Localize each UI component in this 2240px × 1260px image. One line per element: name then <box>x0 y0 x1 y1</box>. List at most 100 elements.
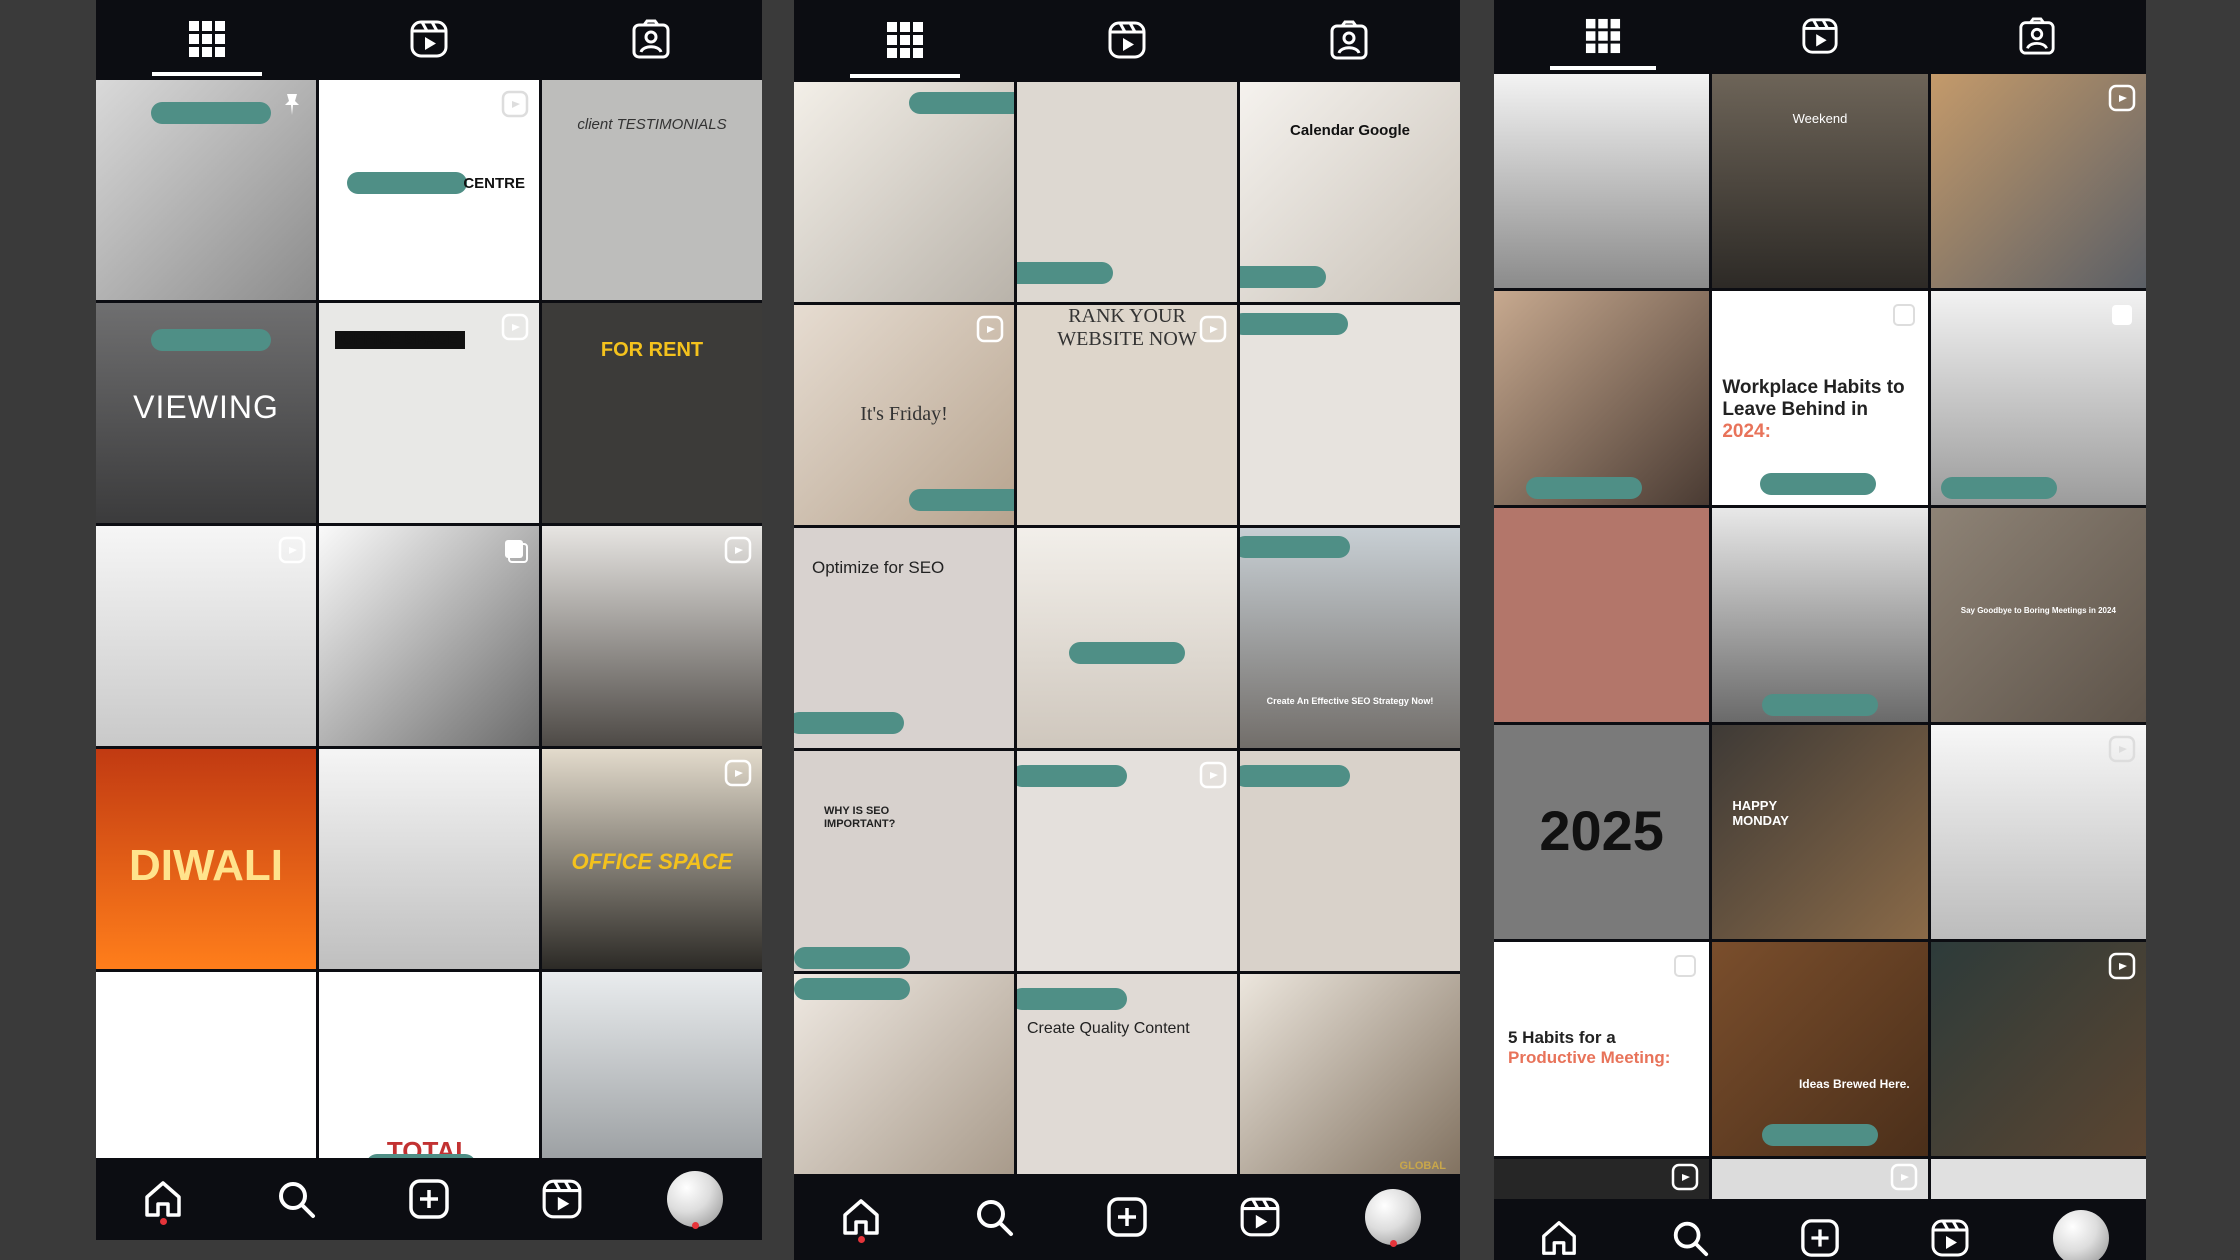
post-tile[interactable]: FOR RENT <box>542 303 762 523</box>
home-button[interactable] <box>1529 1216 1589 1260</box>
post-tile[interactable] <box>1494 291 1710 505</box>
post-tile[interactable] <box>794 82 1014 302</box>
reels-icon <box>2108 735 2136 763</box>
reels-icon <box>2108 952 2136 980</box>
post-tile[interactable]: Optimize for SEO <box>794 528 1014 748</box>
search-button[interactable] <box>266 1169 326 1229</box>
reels-icon <box>278 536 306 564</box>
post-tile[interactable]: OFFICE SPACE <box>542 749 762 969</box>
post-tile[interactable]: It's Friday! <box>794 305 1014 525</box>
post-tile[interactable]: HAPPY MONDAY <box>1712 725 1928 939</box>
post-tile[interactable]: Calendar Google <box>1240 82 1460 302</box>
post-tile[interactable] <box>1494 508 1710 722</box>
reels-icon <box>542 1179 582 1219</box>
notification-dot <box>159 1218 167 1225</box>
redaction-bar <box>1762 694 1879 716</box>
post-tile[interactable]: OFFICE SPACE <box>319 303 539 523</box>
tab-reels[interactable] <box>1016 0 1238 80</box>
post-tile[interactable]: CENTRE <box>319 80 539 300</box>
tab-posts-grid[interactable] <box>1494 0 1711 72</box>
post-tile[interactable]: WHY IS SEO IMPORTANT? <box>794 751 1014 971</box>
tab-tagged[interactable] <box>1238 0 1460 80</box>
post-tile[interactable]: Create Quality Content <box>1017 974 1237 1194</box>
create-button[interactable] <box>1097 1187 1157 1247</box>
post-tile[interactable] <box>1712 508 1928 722</box>
search-button[interactable] <box>964 1187 1024 1247</box>
post-tile[interactable]: Create An Effective SEO Strategy Now! <box>1240 528 1460 748</box>
post-tile[interactable] <box>1930 725 2146 939</box>
post-tile[interactable] <box>1930 942 2146 1156</box>
reels-button[interactable] <box>1920 1216 1980 1260</box>
carousel-icon <box>1674 955 1697 977</box>
post-tile[interactable]: 2025 <box>1494 725 1710 939</box>
tab-posts-grid[interactable] <box>96 0 318 78</box>
post-tile[interactable] <box>1240 305 1460 525</box>
reels-icon <box>724 536 752 564</box>
profile-button[interactable] <box>2051 1210 2111 1260</box>
post-tile[interactable] <box>1017 528 1237 748</box>
profile-button[interactable] <box>665 1169 725 1229</box>
tab-posts-grid[interactable] <box>794 0 1016 80</box>
tab-tagged[interactable] <box>1929 0 2146 72</box>
tab-tagged[interactable] <box>540 0 762 78</box>
post-tile[interactable] <box>319 749 539 969</box>
reels-icon <box>724 759 752 787</box>
post-tile[interactable] <box>1712 1159 1928 1199</box>
post-tile[interactable]: VIEWING <box>96 303 316 523</box>
post-text: Create Quality Content <box>1027 1020 1190 1037</box>
post-tile[interactable] <box>1930 291 2146 505</box>
home-button[interactable] <box>133 1169 193 1229</box>
post-tile[interactable]: 5 Habits for a Productive Meeting: <box>1494 942 1710 1156</box>
avatar <box>1365 1189 1422 1245</box>
post-tile[interactable] <box>1930 1159 2146 1199</box>
post-tile[interactable] <box>96 80 316 300</box>
tab-reels[interactable] <box>1711 0 1928 72</box>
post-tile[interactable]: Ideas Brewed Here. <box>1712 942 1928 1156</box>
post-tile[interactable] <box>1017 82 1237 302</box>
avatar <box>667 1171 724 1227</box>
post-tile[interactable]: Weekend <box>1712 74 1928 288</box>
post-tile[interactable] <box>794 974 1014 1194</box>
post-text: GLOBAL <box>1399 1160 1446 1172</box>
post-tile[interactable]: GLOBAL <box>1240 974 1460 1194</box>
post-tile[interactable]: Say Goodbye to Boring Meetings in 2024 <box>1930 508 2146 722</box>
tagged-icon <box>2019 17 2055 55</box>
post-text: HAPPY MONDAY <box>1732 798 1789 828</box>
post-text: FOR RENT <box>600 339 704 361</box>
post-tile[interactable] <box>1240 751 1460 971</box>
post-tile[interactable]: RANK YOUR WEBSITE NOW <box>1017 305 1237 525</box>
search-icon <box>278 1182 315 1218</box>
post-tile[interactable] <box>319 526 539 746</box>
home-button[interactable] <box>831 1187 891 1247</box>
active-tab-indicator <box>850 74 960 78</box>
tab-reels[interactable] <box>318 0 540 78</box>
posts-grid: Calendar Google It's Friday! RANK YOUR W… <box>794 82 1460 1246</box>
redaction-bar <box>1017 988 1127 1010</box>
post-text: 2025 <box>1539 799 1664 862</box>
post-tile[interactable] <box>1930 74 2146 288</box>
pin-icon <box>285 94 299 115</box>
post-tile[interactable] <box>1494 1159 1710 1199</box>
bottom-nav <box>794 1174 1460 1260</box>
post-text: Workplace Habits to Leave Behind in 2024… <box>1722 377 1905 442</box>
create-button[interactable] <box>399 1169 459 1229</box>
post-tile[interactable]: Workplace Habits to Leave Behind in 2024… <box>1712 291 1928 505</box>
post-tile[interactable] <box>96 526 316 746</box>
post-tile[interactable] <box>1017 751 1237 971</box>
search-button[interactable] <box>1660 1216 1720 1260</box>
post-text: It's Friday! <box>860 403 948 425</box>
create-button[interactable] <box>1790 1216 1850 1260</box>
post-tile[interactable]: DIWALI <box>96 749 316 969</box>
reels-icon <box>1890 1163 1917 1191</box>
search-icon <box>1673 1221 1708 1257</box>
plus-square-icon <box>1801 1219 1839 1257</box>
post-tile[interactable]: client TESTIMONIALS <box>542 80 762 300</box>
redaction-bar <box>794 947 910 969</box>
profile-button[interactable] <box>1363 1187 1423 1247</box>
tagged-icon <box>1330 20 1368 60</box>
redaction-bar <box>1069 642 1185 664</box>
reels-button[interactable] <box>532 1169 592 1229</box>
post-tile[interactable] <box>1494 74 1710 288</box>
post-tile[interactable] <box>542 526 762 746</box>
reels-button[interactable] <box>1230 1187 1290 1247</box>
